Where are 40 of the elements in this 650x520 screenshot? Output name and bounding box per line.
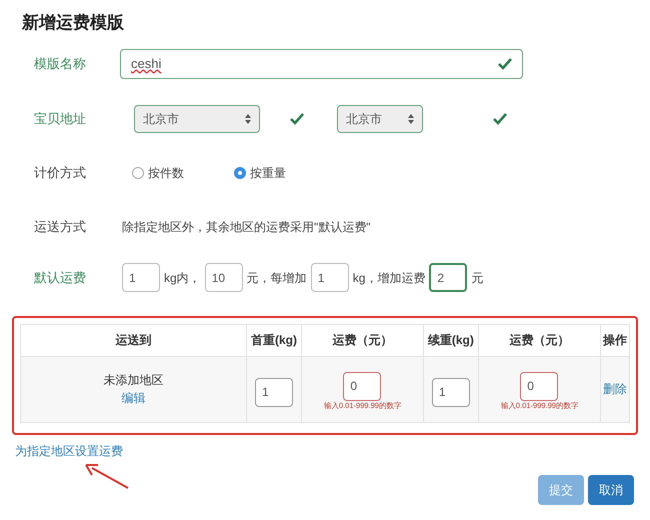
field-label: 运送方式 xyxy=(33,218,87,236)
column-header: 运送到 xyxy=(20,324,246,356)
checkmark-icon xyxy=(493,112,507,124)
fee-text: 元，每增加 xyxy=(246,270,308,286)
column-header: 运费（元） xyxy=(478,324,600,356)
table-input[interactable]: 0 xyxy=(520,372,558,400)
checkmark-icon xyxy=(290,112,304,124)
table-input[interactable]: 1 xyxy=(432,378,470,406)
checkmark-icon xyxy=(498,58,512,70)
radio-option[interactable]: 按件数 xyxy=(132,164,184,182)
updown-caret-icon xyxy=(245,114,251,124)
edit-link[interactable]: 编辑 xyxy=(122,389,146,407)
column-header: 续重(kg) xyxy=(423,324,478,356)
column-header: 操作 xyxy=(600,324,630,356)
column-header: 运费（元） xyxy=(301,324,424,356)
fee-input[interactable]: 2 xyxy=(429,263,468,292)
delete-link[interactable]: 删除 xyxy=(602,382,627,396)
fee-input[interactable]: 10 xyxy=(204,263,243,292)
fee-text: kg，增加运费 xyxy=(352,270,426,286)
column-header: 首重(kg) xyxy=(246,324,302,356)
page-title: 新增运费模版 xyxy=(22,12,125,34)
field-label: 默认运费 xyxy=(33,268,87,287)
city-select[interactable]: 北京市 xyxy=(134,104,260,132)
fee-input[interactable]: 1 xyxy=(310,263,349,292)
fee-text: 元 xyxy=(470,270,484,286)
form-button[interactable]: 取消 xyxy=(588,474,634,504)
updown-caret-icon xyxy=(408,114,414,124)
set-region-fee-link[interactable]: 为指定地区设置运费 xyxy=(15,444,123,458)
fee-text: kg内， xyxy=(163,270,202,286)
city-select[interactable]: 北京市 xyxy=(337,104,423,132)
fee-input[interactable]: 1 xyxy=(122,263,160,292)
table-input[interactable]: 1 xyxy=(254,378,293,406)
shipping-note: 除指定地区外，其余地区的运费采用"默认运费" xyxy=(122,218,371,236)
field-label: 模版名称 xyxy=(33,54,87,73)
field-label: 计价方式 xyxy=(33,164,87,182)
table-input[interactable]: 0 xyxy=(343,372,382,400)
radio-option[interactable]: 按重量 xyxy=(234,164,286,182)
template-name-field[interactable]: ceshi xyxy=(120,48,523,78)
region-text: 未添加地区 xyxy=(104,372,164,389)
field-label: 宝贝地址 xyxy=(33,110,87,128)
